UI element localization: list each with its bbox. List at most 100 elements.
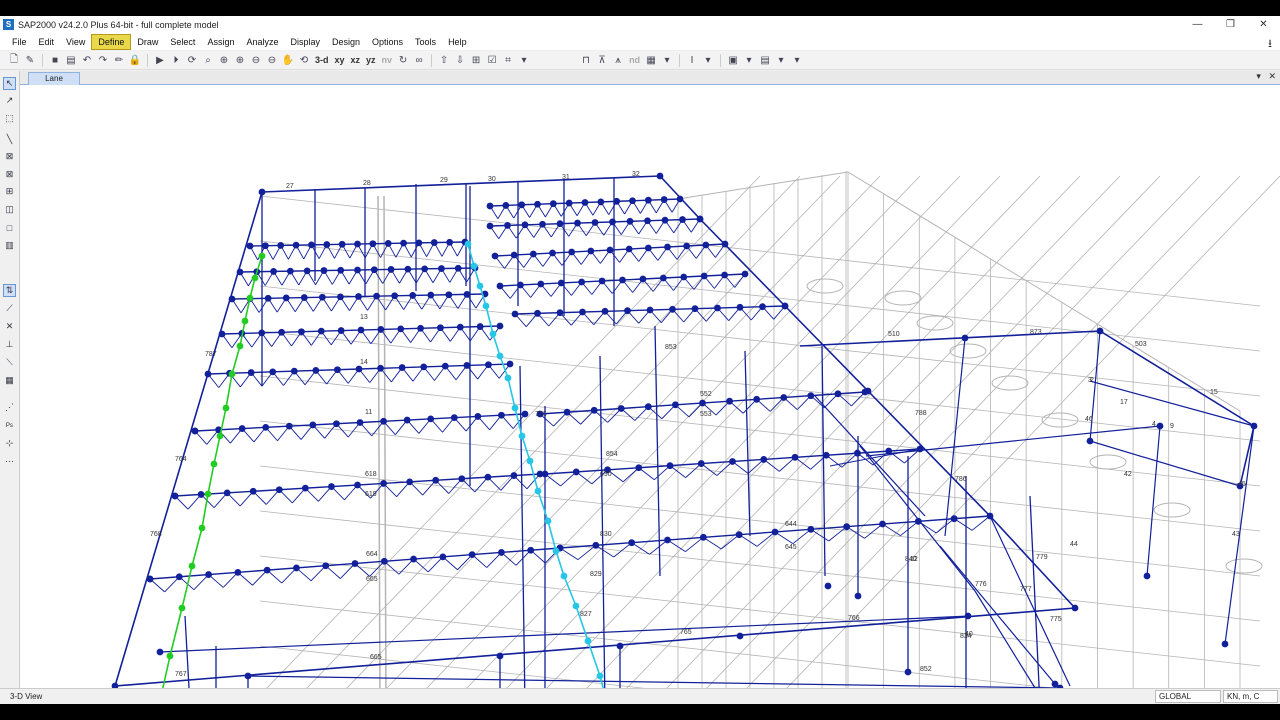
joint[interactable] — [635, 464, 643, 472]
column[interactable] — [744, 350, 751, 537]
joint[interactable] — [729, 458, 736, 465]
lock-icon[interactable]: 🔒 — [127, 53, 143, 68]
selected-joint[interactable] — [584, 637, 592, 645]
close-button[interactable]: ✕ — [1247, 16, 1280, 33]
joint[interactable] — [175, 573, 183, 581]
joint[interactable] — [270, 268, 277, 275]
joint[interactable] — [427, 291, 435, 299]
zoom-restore-icon[interactable]: ⊕ — [216, 53, 232, 68]
selected-joint[interactable] — [222, 404, 230, 412]
joint[interactable] — [269, 368, 277, 376]
move-up-icon[interactable]: ⇧ — [436, 53, 452, 68]
joint[interactable] — [355, 365, 363, 373]
joint[interactable] — [277, 242, 285, 249]
selected-joint[interactable] — [482, 302, 490, 310]
grid-line[interactable] — [259, 195, 1261, 307]
joint[interactable] — [807, 525, 815, 533]
joint[interactable] — [463, 290, 471, 298]
joint[interactable] — [456, 323, 464, 331]
snap-fine-grid-icon[interactable]: ⋰ — [3, 401, 16, 414]
joint[interactable] — [369, 240, 377, 248]
model-viewport-3d[interactable]: 27 28 29 30 31 32 552 553 618 619 644 645 664 665 665 7… — [20, 85, 1280, 701]
truss-diagonal[interactable] — [649, 539, 668, 555]
menu-edit[interactable]: Edit — [33, 34, 61, 50]
new-icon[interactable]: 🗋 — [6, 53, 22, 68]
joint[interactable] — [197, 491, 205, 498]
joint[interactable] — [244, 672, 252, 680]
joint[interactable] — [249, 487, 257, 495]
joint[interactable] — [338, 240, 346, 248]
joint[interactable] — [309, 421, 317, 429]
joint[interactable] — [527, 546, 535, 554]
joint[interactable] — [702, 241, 710, 249]
snap-intersection-icon[interactable]: ✕ — [3, 320, 16, 333]
joint[interactable] — [854, 592, 862, 600]
selected-joint[interactable] — [552, 547, 560, 555]
joint[interactable] — [450, 414, 458, 422]
joint[interactable] — [317, 327, 325, 335]
joint[interactable] — [380, 557, 388, 565]
rotate-icon[interactable]: ⟲ — [296, 53, 312, 68]
joint[interactable] — [879, 520, 886, 528]
joint[interactable] — [486, 222, 494, 230]
refresh-icon[interactable]: ⟳ — [184, 53, 200, 68]
joint[interactable] — [171, 492, 179, 500]
joint[interactable] — [446, 238, 454, 246]
frame-member[interactable] — [1146, 425, 1161, 577]
grid-line[interactable] — [259, 555, 1261, 667]
joint[interactable] — [323, 241, 331, 248]
joint[interactable] — [191, 427, 199, 435]
pan-icon[interactable]: ✋ — [280, 53, 296, 68]
joint[interactable] — [549, 249, 556, 257]
selected-joint[interactable] — [526, 457, 534, 465]
joint[interactable] — [334, 366, 341, 374]
joint[interactable] — [445, 291, 453, 299]
joint[interactable] — [721, 271, 728, 279]
menu-options[interactable]: Options — [366, 34, 409, 50]
selected-joint[interactable] — [188, 562, 196, 570]
joint[interactable] — [261, 242, 269, 250]
joint[interactable] — [391, 292, 399, 300]
joint[interactable] — [380, 480, 387, 487]
joint[interactable] — [409, 292, 417, 299]
truss-diagonal[interactable] — [685, 536, 704, 553]
joint[interactable] — [760, 456, 768, 463]
joint[interactable] — [961, 334, 969, 342]
draw-secondary-icon[interactable]: ⊞ — [3, 185, 16, 198]
selected-member[interactable] — [492, 333, 501, 357]
undo-icon[interactable]: ↶ — [79, 53, 95, 68]
grid-line[interactable] — [360, 175, 881, 701]
selected-joint[interactable] — [216, 432, 224, 440]
joint[interactable] — [666, 462, 674, 470]
joint[interactable] — [498, 411, 505, 419]
joint[interactable] — [484, 473, 492, 481]
redo-icon[interactable]: ↷ — [95, 53, 111, 68]
selected-joint[interactable] — [464, 240, 472, 248]
ps-icon[interactable]: ᴾˢ — [3, 419, 16, 432]
grid-line[interactable] — [259, 600, 1260, 701]
selected-member[interactable] — [191, 527, 203, 567]
joint[interactable] — [626, 217, 634, 225]
joint[interactable] — [700, 272, 708, 280]
selected-joint[interactable] — [596, 672, 604, 680]
joint[interactable] — [238, 425, 246, 432]
frame-member[interactable] — [699, 218, 786, 307]
joint[interactable] — [521, 410, 529, 418]
selected-member[interactable] — [485, 305, 494, 335]
grid-icon[interactable]: ▤ — [757, 53, 773, 68]
joint[interactable] — [510, 472, 518, 479]
joint[interactable] — [683, 242, 691, 250]
joint[interactable] — [303, 267, 311, 275]
tab-menu-icon[interactable]: ▾ — [1256, 71, 1261, 81]
joint[interactable] — [502, 202, 510, 209]
snap-perpendicular-icon[interactable]: ⊥ — [3, 338, 16, 351]
joint[interactable] — [417, 324, 424, 332]
joint[interactable] — [278, 328, 285, 336]
joint[interactable] — [285, 422, 293, 430]
check-icon[interactable]: ☑ — [484, 53, 500, 68]
table-icon[interactable]: ▦ — [643, 53, 659, 68]
joint[interactable] — [400, 239, 407, 247]
joint[interactable] — [741, 270, 749, 278]
frame-member[interactable] — [799, 330, 1101, 347]
joint[interactable] — [609, 218, 616, 226]
